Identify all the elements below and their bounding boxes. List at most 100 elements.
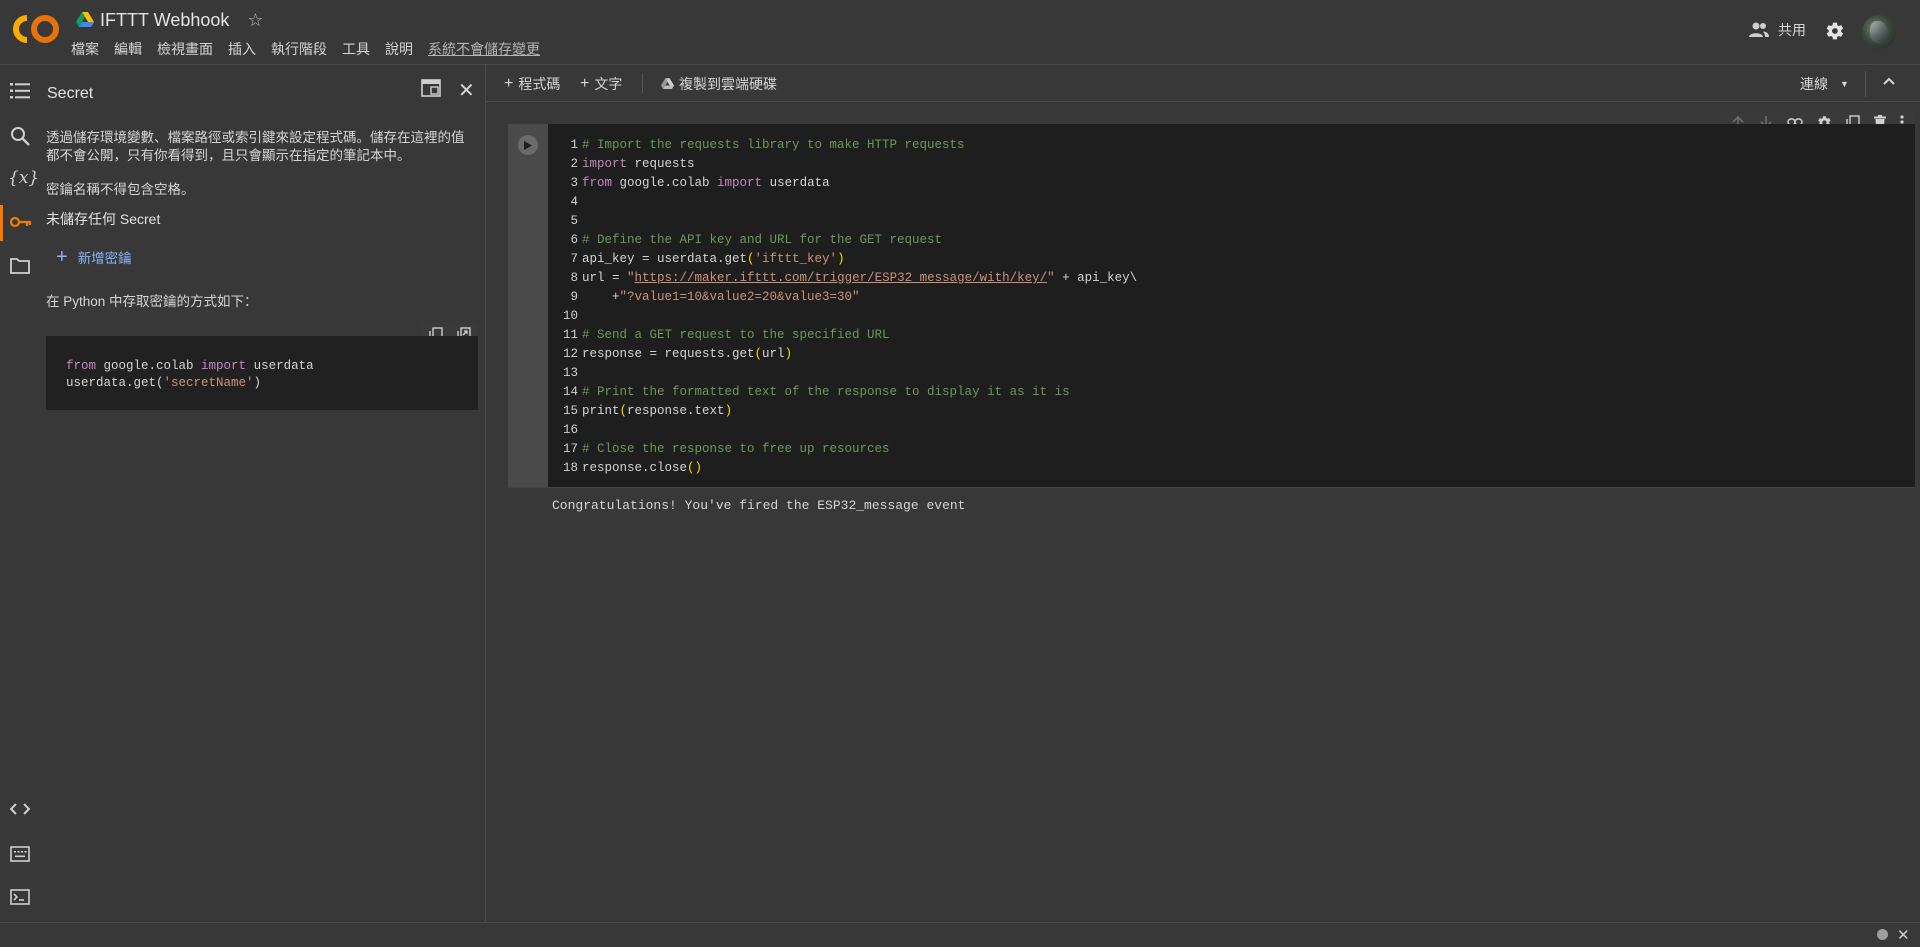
code-snippets-icon[interactable]: [10, 802, 30, 816]
line-number: 2: [570, 157, 578, 171]
line-number: 12: [562, 347, 578, 361]
snippet-text: ): [253, 376, 262, 390]
notebook-toolbar: + 程式碼 + 文字 複製到雲端硬碟 連線 ▼: [486, 65, 1920, 101]
line-number: 6: [570, 233, 578, 247]
search-icon[interactable]: [10, 126, 30, 146]
code-bracket: (: [747, 252, 755, 266]
code-line: import requests: [582, 155, 1137, 174]
code-text: + api_key\: [1054, 271, 1138, 285]
python-snippet: from google.colab import userdata userda…: [46, 336, 478, 410]
caret-down-icon: ▼: [1840, 79, 1849, 89]
code-text: google.colab: [612, 176, 718, 190]
code-line: # Close the response to free up resource…: [582, 440, 1137, 459]
toolbar-separator: [1865, 71, 1866, 97]
line-number: 3: [570, 176, 578, 190]
line-number: 10: [562, 309, 578, 323]
code-comment: # Define the API key and URL for the GET…: [582, 233, 943, 247]
line-number: 9: [570, 290, 578, 304]
add-text-cell-button[interactable]: + 文字: [580, 74, 622, 94]
code-text: userdata: [762, 176, 830, 190]
panel-title: Secret: [47, 85, 94, 102]
code-line: response = requests.get(url): [582, 345, 1137, 364]
terminal-icon[interactable]: [10, 889, 30, 905]
secret-name-rule: 密鑰名稱不得包含空格。: [46, 182, 195, 197]
user-avatar[interactable]: [1862, 15, 1896, 49]
colab-logo[interactable]: [13, 14, 59, 44]
menu-edit[interactable]: 編輯: [114, 39, 142, 59]
code-line: url = "https://maker.ifttt.com/trigger/E…: [582, 269, 1137, 288]
code-comment: # Close the response to free up resource…: [582, 442, 890, 456]
add-secret-button[interactable]: + 新增密鑰: [56, 247, 132, 267]
code-bracket: ): [724, 404, 733, 418]
status-indicator-icon[interactable]: [1877, 929, 1888, 940]
command-palette-icon[interactable]: [10, 846, 30, 862]
open-in-tab-icon[interactable]: [421, 79, 441, 97]
line-number: 14: [562, 385, 578, 399]
code-string: ": [627, 271, 635, 285]
output-text: Congratulations! You've fired the ESP32_…: [552, 498, 966, 513]
code-text: response.close: [582, 461, 688, 475]
code-bracket: (: [619, 404, 628, 418]
code-text: requests: [627, 157, 695, 171]
code-url-link[interactable]: https://maker.ifttt.com/trigger/ESP32_me…: [635, 271, 1048, 285]
code-bracket: (: [754, 347, 763, 361]
menu-runtime[interactable]: 執行階段: [271, 39, 327, 59]
code-bracket: (): [687, 461, 703, 475]
status-close-icon[interactable]: ✕: [1897, 926, 1910, 944]
menu-help[interactable]: 說明: [385, 39, 413, 59]
line-numbers: 1 2 3 4 5 6 7 8 9 10 11 12 13 14 15 16 17 18: [548, 136, 578, 478]
code-line: +"?value1=10&value2=20&value3=30": [582, 288, 1137, 307]
variables-icon[interactable]: {x}: [8, 168, 39, 188]
cell-gutter: [508, 124, 548, 487]
copy-to-drive-button[interactable]: 複製到雲端硬碟: [661, 74, 777, 94]
line-number: 15: [562, 404, 578, 418]
code-text: +: [582, 290, 620, 304]
line-number: 7: [570, 252, 578, 266]
connect-button[interactable]: 連線 ▼: [1800, 74, 1849, 94]
menu-view[interactable]: 檢視畫面: [157, 39, 213, 59]
table-of-contents-icon[interactable]: [10, 82, 30, 100]
unsaved-changes-link[interactable]: 系統不會儲存變更: [428, 39, 540, 59]
add-code-cell-button[interactable]: + 程式碼: [504, 74, 560, 94]
collapse-chevron-up-icon[interactable]: [1882, 75, 1896, 87]
line-number: 16: [562, 423, 578, 437]
code-text: print: [582, 404, 620, 418]
code-comment: # Send a GET request to the specified UR…: [582, 328, 890, 342]
code-keyword: import: [717, 176, 763, 190]
notebook-title[interactable]: IFTTT Webhook: [100, 10, 229, 31]
close-panel-icon[interactable]: ✕: [458, 78, 475, 103]
add-code-label: 程式碼: [518, 76, 561, 92]
status-bar-divider: [0, 922, 1920, 923]
snippet-keyword: from: [66, 359, 97, 373]
code-editor[interactable]: 1 2 3 4 5 6 7 8 9 10 11 12 13 14 15 16 17 18 # Import the…: [548, 124, 1915, 487]
panel-description: 透過儲存環境變數、檔案路徑或索引鍵來設定程式碼。儲存在這裡的值都不會公開，只有你…: [46, 130, 465, 163]
menu-bar: 檔案 編輯 檢視畫面 插入 執行階段 工具 說明 系統不會儲存變更: [71, 39, 555, 59]
code-string: 'ifttt_key': [754, 252, 838, 266]
code-text: api_key = userdata.get: [582, 252, 748, 266]
star-icon[interactable]: ☆: [247, 11, 263, 29]
code-text: response = requests.get: [582, 347, 755, 361]
settings-gear-icon[interactable]: [1825, 21, 1845, 41]
line-number: 11: [562, 328, 578, 342]
menu-insert[interactable]: 插入: [228, 39, 256, 59]
files-folder-icon[interactable]: [10, 258, 30, 274]
snippet-text: userdata.get: [66, 376, 157, 390]
key-icon[interactable]: [10, 214, 32, 230]
snippet-string: 'secretName': [163, 376, 254, 390]
line-number: 8: [570, 271, 578, 285]
menu-tools[interactable]: 工具: [342, 39, 370, 59]
share-button[interactable]: 共用: [1748, 20, 1806, 40]
code-line: response.close(): [582, 459, 1137, 478]
share-label: 共用: [1778, 22, 1806, 38]
code-bracket: ): [837, 252, 845, 266]
code-text: url: [762, 347, 785, 361]
code-line: # Import the requests library to make HT…: [582, 136, 1137, 155]
line-number: 18: [562, 461, 578, 475]
code-string: "?value1=10&value2=20&value3=30": [619, 290, 860, 304]
menu-file[interactable]: 檔案: [71, 39, 99, 59]
run-cell-button[interactable]: [518, 135, 538, 155]
active-tab-indicator: [0, 205, 3, 241]
